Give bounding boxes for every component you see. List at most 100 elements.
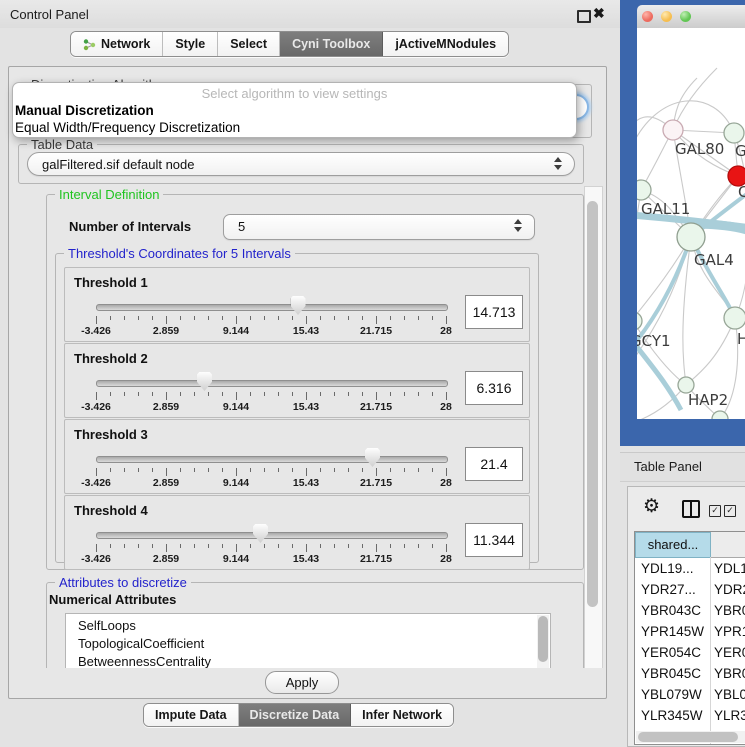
network-edge[interactable] [637,237,691,324]
tick-mark [334,316,335,320]
zoom-traffic-light-icon[interactable] [680,11,691,22]
tab-label: Style [175,37,205,51]
bottom-tab-impute-data[interactable]: Impute Data [144,704,239,726]
network-node-label: GAL80 [675,140,724,158]
tick-mark [208,392,209,396]
panel-scrollbar-thumb[interactable] [587,201,598,607]
table-cell-shared-name: YBR043C [641,603,701,618]
table-data-combo[interactable]: galFiltered.sif default node [27,152,575,176]
threshold-slider-handle[interactable] [291,296,306,315]
table-cell-name: YLR3 [714,708,745,723]
tab-jactivemnodules[interactable]: jActiveMNodules [383,32,508,56]
tab-style[interactable]: Style [163,32,218,56]
tick-mark [432,468,433,472]
network-canvas[interactable]: GAL80GCGAL11GAL4HGCY1HAP2 [637,28,745,419]
gear-icon[interactable]: ⚙ [643,495,660,518]
network-node-gal80[interactable] [663,120,683,140]
algorithm-popup-item[interactable]: Manual Discretization [15,103,154,118]
tick-label: 9.144 [223,477,249,489]
tick-label: 15.43 [293,401,319,413]
tick-mark [166,468,167,476]
tick-mark [138,316,139,320]
network-node-gal11[interactable] [637,180,651,200]
threshold-value-field[interactable]: 14.713 [465,295,523,329]
table-row[interactable]: YBR043CYBR0 [635,600,745,621]
threshold-row: Threshold 1-3.4262.8599.14415.4321.71528… [64,267,530,342]
minimize-traffic-light-icon[interactable] [661,11,672,22]
tick-mark [306,392,307,400]
tick-mark [390,544,391,548]
table-cell-shared-name: YPR145W [641,624,704,639]
spinner-updown-icon [514,219,523,232]
tick-mark [362,468,363,472]
attribute-list-item[interactable]: TopologicalCoefficient [66,635,550,653]
table-row[interactable]: YDL19...YDL1 [635,558,745,579]
network-node-label: G [735,142,745,160]
threshold-slider-track[interactable] [96,456,448,463]
tab-label: Network [101,37,150,51]
tick-label: 2.859 [153,553,179,565]
tick-mark [362,544,363,548]
table-cell-name: YBL0 [714,687,745,702]
panel-scrollbar[interactable] [584,186,603,692]
threshold-slider-handle[interactable] [197,372,212,391]
table-header-shared[interactable]: shared... [635,532,711,558]
combo-updown-icon [554,157,563,170]
threshold-slider-track[interactable] [96,532,448,539]
threshold-value-field[interactable]: 6.316 [465,371,523,405]
apply-button[interactable]: Apply [265,671,339,694]
threshold-slider-track[interactable] [96,380,448,387]
threshold-slider-track[interactable] [96,304,448,311]
tick-label: -3.426 [81,401,111,413]
float-window-icon[interactable] [577,10,591,23]
tick-mark [222,316,223,320]
tick-mark [208,316,209,320]
attribute-list-item[interactable]: SelfLoops [66,617,550,635]
tick-mark [334,392,335,396]
algorithm-popup-hint: Select algorithm to view settings [13,86,576,101]
threshold-value-field[interactable]: 21.4 [465,447,523,481]
tick-mark [110,316,111,320]
network-edge[interactable] [686,318,735,385]
number-of-intervals-spinner[interactable]: 5 [223,214,535,240]
bottom-tab-infer-network[interactable]: Infer Network [351,704,453,726]
table-row[interactable]: YPR145WYPR1 [635,621,745,642]
table-row[interactable]: YDR27...YDR2 [635,579,745,600]
checkbox-icon[interactable]: ✓ [724,505,736,517]
table-horizontal-scrollbar[interactable] [636,731,745,743]
control-panel-tab-bar: Network Style SelectCyni Toolbox jActiveMNo… [70,31,509,57]
tab-network[interactable]: Network [71,32,163,56]
checkbox-icon[interactable]: ✓ [709,505,721,517]
close-icon[interactable]: ✖ [593,5,605,22]
network-window-titlebar[interactable] [637,5,745,29]
table-header-name[interactable]: n [710,532,745,556]
network-node-g[interactable] [724,123,744,143]
table-row[interactable]: YLR345WYLR3 [635,705,745,726]
threshold-value-field[interactable]: 11.344 [465,523,523,557]
table-row[interactable]: YER054CYER0 [635,642,745,663]
tick-mark [166,392,167,400]
table-row[interactable]: YBL079WYBL0 [635,684,745,705]
columns-icon[interactable] [682,500,700,518]
numerical-attributes-label: Numerical Attributes [49,592,176,607]
network-edge[interactable] [673,68,717,130]
network-node-gal4[interactable] [677,223,705,251]
network-node[interactable] [712,411,728,419]
network-node-h[interactable] [724,307,745,329]
numerical-attributes-list[interactable]: SelfLoopsTopologicalCoefficientBetweenne… [65,613,551,673]
tab-select[interactable]: Select [218,32,280,56]
threshold-slider-handle[interactable] [365,448,380,467]
attributes-list-scrollbar[interactable] [537,615,549,671]
number-of-intervals-value: 5 [238,219,245,234]
tab-label: jActiveMNodules [395,37,496,51]
node-attribute-table[interactable]: shared... n YDL19...YDL1YDR27...YDR2YBR0… [634,531,745,745]
tick-mark [138,468,139,472]
table-row[interactable]: YBR045CYBR0 [635,663,745,684]
algorithm-popup-item[interactable]: Equal Width/Frequency Discretization [15,120,240,135]
network-node-gcy1[interactable] [637,312,642,330]
table-data-group-title: Table Data [27,137,97,152]
close-traffic-light-icon[interactable] [642,11,653,22]
tab-cyni-toolbox[interactable]: Cyni Toolbox [280,32,383,56]
bottom-tab-discretize-data[interactable]: Discretize Data [239,704,352,726]
threshold-slider-handle[interactable] [253,524,268,543]
